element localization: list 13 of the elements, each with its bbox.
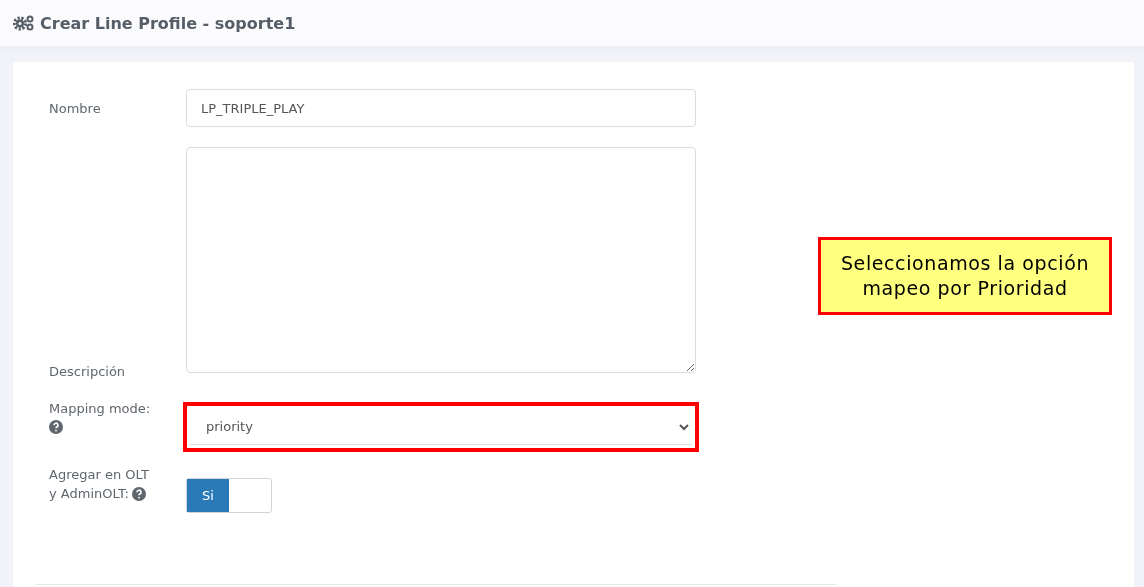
help-icon[interactable] — [131, 486, 146, 501]
gears-icon — [13, 15, 35, 31]
field-label: y AdminOLT: — [49, 485, 129, 503]
field-label: Descripción — [49, 363, 127, 381]
toggle-switch[interactable]: Si — [186, 478, 272, 513]
field-label: Agregar en OLT — [49, 466, 150, 484]
name-input[interactable]: LP_TRIPLE_PLAY — [186, 89, 696, 127]
page-title: Crear Line Profile - soporte1 — [40, 13, 296, 33]
callout-text: Seleccionamos la opción — [840, 251, 1090, 276]
field-label: Mapping mode: — [49, 400, 152, 418]
help-icon[interactable] — [49, 420, 63, 434]
field-label: Nombre — [49, 99, 102, 118]
callout-text: mapeo por Prioridad — [862, 276, 1068, 301]
